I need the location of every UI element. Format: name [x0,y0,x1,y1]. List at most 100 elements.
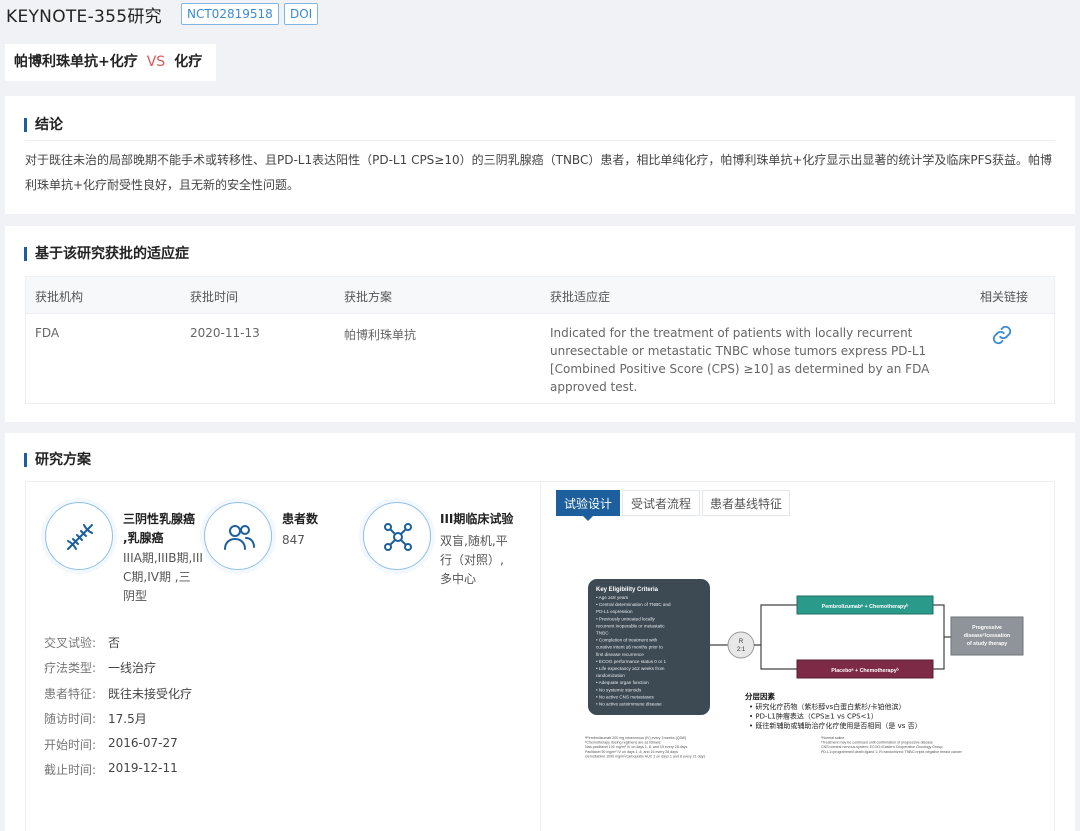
footnote-line: ᶜTreatment may be continued until confir… [821,741,933,745]
col-date: 获批时间 [190,290,239,304]
detail-value: 既往未接受化疗 [108,687,193,701]
disease-title: 三阴性乳腺癌 ,乳腺癌 [123,512,196,545]
trial-title: III期临床试验 [440,512,514,526]
detail-label: 患者特征: [44,687,97,701]
criteria-item: • No active CNS metastases [596,694,654,699]
randomization-label: R [739,639,744,645]
protocol-card: 研究方案 三阴性乳腺癌 ,乳腺癌 IIIA期,IIIB期,III C期,IV期 … [5,433,1075,831]
detail-value: 否 [108,636,121,650]
strat-item: • 研究化疗药物（紫杉醇vs白蛋白紫杉/卡铂他滨） [749,702,906,711]
indications-heading: 基于该研究获批的适应症 [24,244,189,264]
disease-stages: IIIA期,IIIB期,III C期,IV期 ,三 阴型 [123,551,203,603]
row-agency: FDA [35,326,60,340]
criteria-item: PD-L1 expression [596,609,633,614]
criteria-title: Key Eligibility Criteria [596,587,659,593]
criteria-item: randomization [596,673,625,678]
regimen-treatment: 帕博利珠单抗+化疗 [14,54,138,70]
arm1-label: Pembrolizumabᵃ + Chemotherapyᵇ [822,604,909,610]
footnotes-right: ᵃNormal salineᶜTreatment may be continue… [821,736,963,754]
tab-baseline[interactable]: 患者基线特征 [702,490,790,516]
tab-trial-design[interactable]: 试验设计 [556,490,620,516]
tab-subject-flow[interactable]: 受试者流程 [622,490,700,516]
patients-value: 847 [282,533,305,547]
col-regimen: 获批方案 [344,290,393,304]
regimen-control: 化疗 [174,54,203,70]
outcome-line: Progressive [972,625,1002,631]
footnote-line: ᵇChemotherapy dosing regimens are as fol… [585,741,661,745]
dna-icon [45,502,113,570]
criteria-item: • Previously untreated locally [596,616,656,621]
strat-list: • 研究化疗药物（紫杉醇vs白蛋白紫杉/卡铂他滨）• PD-L1肿瘤表达（CPS… [749,702,922,730]
connector [754,604,797,646]
ratio-label: 2:1 [737,647,746,653]
criteria-item: • Life expectancy ≥12 weeks from [596,666,665,671]
detail-value: 一线治疗 [108,661,157,675]
row-date: 2020-11-13 [190,326,260,340]
col-indication: 获批适应症 [550,290,611,304]
row-regimen: 帕博利珠单抗 [344,328,417,342]
outcome-line: of study therapy [967,641,1007,647]
footnote-line: ᵃNormal saline [821,736,844,740]
footnote-line: ᵃPembrolizumab 200 mg intravenous (IV) e… [585,736,686,740]
criteria-item: • ECOG performance status 0 or 1 [596,659,666,664]
strat-title: 分层因素 [745,691,775,701]
footnote-line: Gemcitabine 1000 mg/m²/carboplatin AUC 2… [585,754,705,758]
vertical-divider [540,482,541,831]
criteria-item: • Completion of treatment with [596,638,658,643]
conclusion-heading: 结论 [24,115,63,135]
indications-table: 获批机构 获批时间 获批方案 获批适应症 相关链接 FDA 2020-11-13… [25,276,1055,404]
col-link: 相关链接 [980,290,1029,304]
divider [25,140,1055,141]
detail-label: 开始时间: [44,738,97,752]
footnote-line: Nab-paclitaxel 100 mg/m² IV on days 1, 8… [585,745,687,749]
criteria-item: • Adequate organ function [596,680,649,685]
trial-desc: 双盲,随机,平 行（对照）, 多中心 [440,534,508,586]
regimen-vs: VS [146,54,166,70]
criteria-item: first disease recurrence [596,652,644,657]
table-row: FDA 2020-11-13 帕博利珠单抗 Indicated for the … [26,313,1054,403]
nct-tag-link[interactable]: NCT02819518 [181,3,279,25]
outcome-line: diseaseᶜ/cessation [964,633,1010,639]
detail-value: 17.5月 [108,712,147,726]
criteria-item: recurrent inoperable or metastatic [596,623,665,628]
strat-item: • 既往新辅助或辅助治疗化疗使用是否相同（是 vs 否） [749,721,922,730]
indications-card: 基于该研究获批的适应症 获批机构 获批时间 获批方案 获批适应症 相关链接 FD… [5,226,1075,422]
active-tab-caret [583,516,593,521]
doi-tag-link[interactable]: DOI [284,3,319,25]
detail-label: 交叉试验: [44,636,97,650]
footnotes-left: ᵃPembrolizumab 200 mg intravenous (IV) e… [585,736,705,758]
strat-item: • PD-L1肿瘤表达（CPS≥1 vs CPS<1） [749,712,878,721]
people-icon [204,502,272,570]
detail-label: 截止时间: [44,763,97,777]
network-icon [363,502,431,570]
criteria-item: • No active autoimmune disease [596,702,662,707]
detail-value: 2019-12-11 [108,761,178,775]
criteria-item: • Age ≥18 years [596,595,629,600]
footnote-line: CNS=central nervous system; ECOG=Eastern… [821,745,943,749]
conclusion-card: 结论 对于既往未治的局部晚期不能手术或转移性、且PD-L1表达阳性（PD-L1 … [5,96,1075,214]
link-icon[interactable] [991,324,1013,346]
trial-design-diagram: Key Eligibility Criteria • Age ≥18 years… [585,579,1024,758]
footnote-line: PD-L1=programmed death ligand 1; R=rando… [821,750,963,754]
regimen-comparison: 帕博利珠单抗+化疗 VS 化疗 [5,44,216,81]
connector [933,604,951,638]
criteria-item: TNBC [596,631,609,636]
col-agency: 获批机构 [35,290,84,304]
detail-value: 2016-07-27 [108,736,178,750]
page-header: KEYNOTE-355研究 NCT02819518 DOI [0,0,1080,30]
arm2-label: Placeboᵃ + Chemotherapyᵇ [831,668,899,674]
table-header: 获批机构 获批时间 获批方案 获批适应症 相关链接 [26,277,1054,313]
criteria-item: • No systemic steroids [596,687,642,692]
connector [760,645,797,670]
criteria-item: curative intent ≥6 months prior to [596,645,663,650]
conclusion-text: 对于既往未治的局部晚期不能手术或转移性、且PD-L1表达阳性（PD-L1 CPS… [25,153,1052,192]
criteria-item: • Central determination of TNBC and [596,602,671,607]
detail-label: 疗法类型: [44,661,97,675]
protocol-heading: 研究方案 [24,450,91,470]
patients-title: 患者数 [282,512,319,526]
footnote-line: Paclitaxel 90 mg/m² IV on days 1, 8, and… [585,750,678,754]
page-title: KEYNOTE-355研究 [6,7,162,27]
protocol-panel: 三阴性乳腺癌 ,乳腺癌 IIIA期,IIIB期,III C期,IV期 ,三 阴型… [25,481,1055,831]
connector [933,637,945,670]
randomization-circle [727,631,755,659]
